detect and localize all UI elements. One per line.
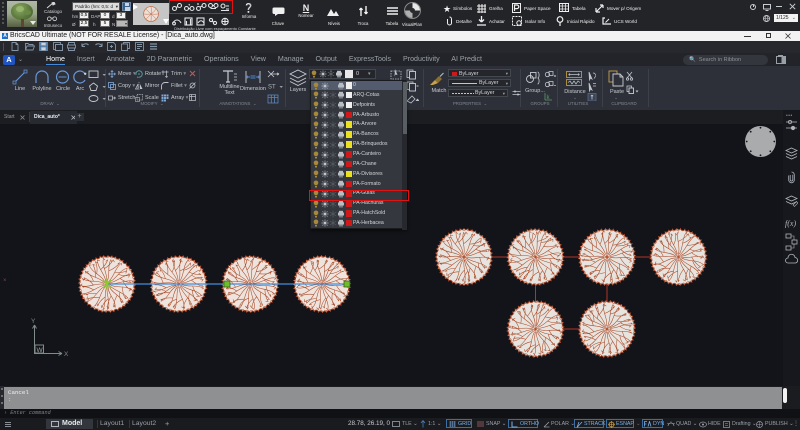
svg-text:ST: ST <box>268 85 276 91</box>
svg-text:X: X <box>64 351 69 358</box>
svg-text:×: × <box>3 278 7 284</box>
svg-text:Y: Y <box>31 318 36 325</box>
svg-text:f(x): f(x) <box>785 219 796 228</box>
svg-text:W: W <box>37 347 44 354</box>
